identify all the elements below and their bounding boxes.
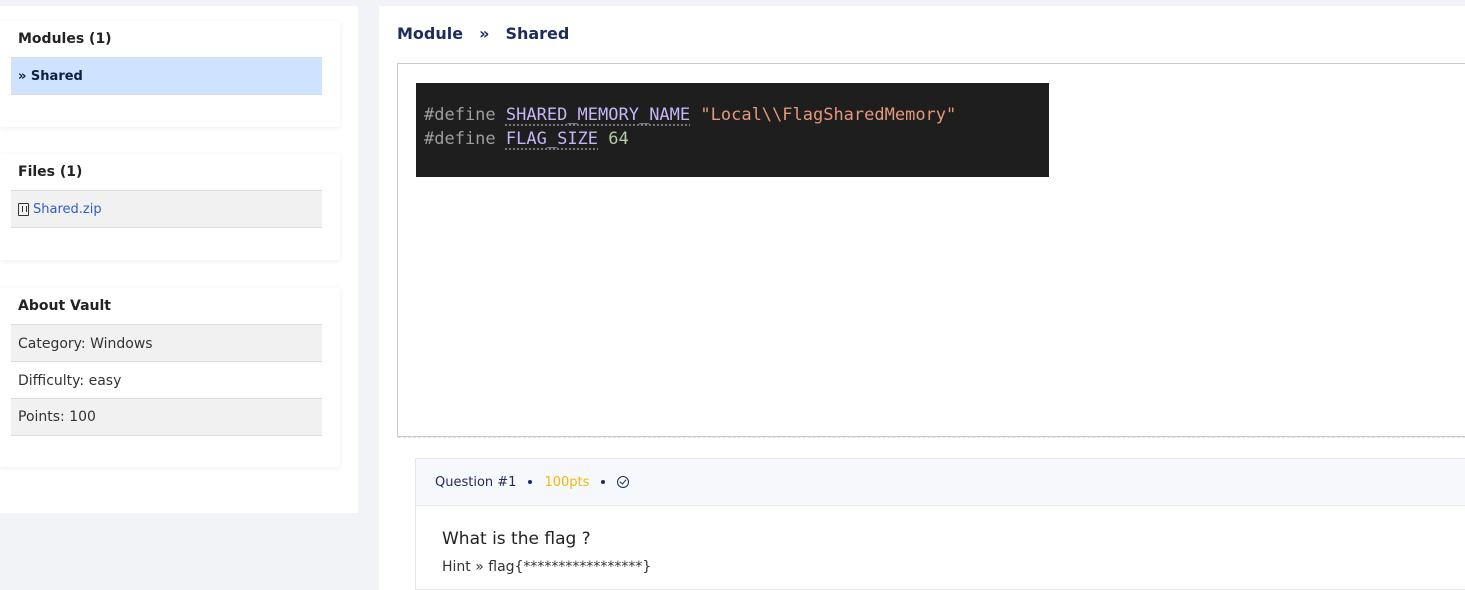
about-title: About Vault [18, 298, 111, 314]
code-string-value: "Local\\FlagSharedMemory" [700, 105, 957, 125]
code-macro-name: FLAG_SIZE [505, 129, 599, 149]
code-block: #define SHARED_MEMORY_NAME "Local\\FlagS… [416, 83, 1049, 177]
about-difficulty: Difficulty: easy [11, 361, 322, 399]
sidebar: Modules (1) » Shared Files (1) Shared.zi… [0, 6, 358, 513]
breadcrumb-shared[interactable]: Shared [505, 24, 569, 43]
code-keyword: #define [424, 105, 496, 125]
about-points: Points: 100 [11, 398, 322, 436]
file-link-shared-zip[interactable]: Shared.zip [33, 202, 102, 217]
dot-separator-icon [601, 480, 606, 484]
files-card: Files (1) Shared.zip [0, 154, 340, 260]
code-keyword: #define [424, 129, 496, 149]
main-panel: Module » Shared #define SHARED_MEMORY_NA… [379, 6, 1465, 590]
question-label: Question #1 [435, 474, 517, 490]
question-hint: Hint » flag{*****************} [442, 559, 652, 575]
question-panel: Question #1 100pts What is the flag ? Hi… [415, 458, 1465, 590]
file-zip-icon [18, 202, 29, 216]
files-title: Files (1) [18, 164, 83, 180]
question-points: 100pts [544, 474, 590, 490]
modules-title: Modules (1) [18, 31, 112, 47]
question-header: Question #1 100pts [416, 459, 1465, 506]
module-item-shared[interactable]: » Shared [11, 57, 322, 95]
check-circle-icon [617, 476, 630, 488]
question-title: What is the flag ? [442, 529, 591, 549]
file-item[interactable]: Shared.zip [11, 190, 322, 228]
modules-card: Modules (1) » Shared [0, 21, 340, 127]
dot-separator-icon [528, 480, 533, 484]
code-macro-name: SHARED_MEMORY_NAME [505, 105, 691, 125]
module-content: #define SHARED_MEMORY_NAME "Local\\FlagS… [397, 63, 1465, 438]
breadcrumb-separator: » [479, 24, 490, 43]
about-category: Category: Windows [11, 324, 322, 362]
about-card: About Vault Category: Windows Difficulty… [0, 288, 340, 467]
breadcrumb: Module » Shared [397, 24, 569, 43]
breadcrumb-module[interactable]: Module [397, 24, 463, 43]
code-number-value: 64 [608, 129, 629, 149]
